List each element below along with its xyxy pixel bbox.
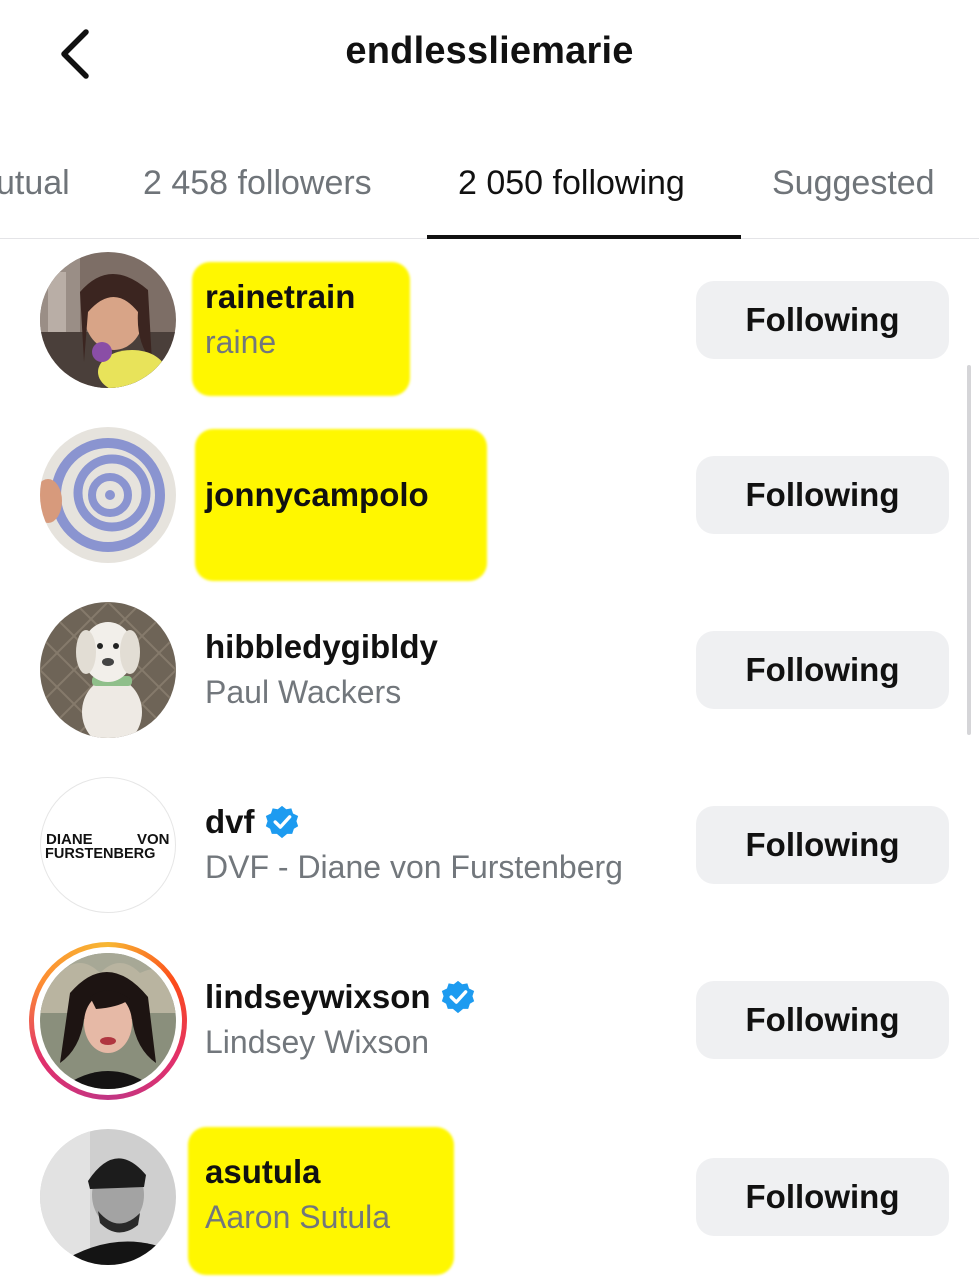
username[interactable]: dvf — [205, 803, 623, 841]
verified-badge-icon — [265, 805, 298, 839]
avatar[interactable] — [40, 953, 176, 1089]
following-button[interactable]: Following — [696, 631, 949, 709]
account-text: lindseywixson Lindsey Wixson — [205, 978, 475, 1061]
avatar[interactable] — [40, 602, 176, 738]
avatar[interactable] — [40, 252, 176, 388]
full-name: DVF - Diane von Furstenberg — [205, 849, 623, 885]
list-item: hibbledygibldy Paul Wackers Following — [0, 590, 979, 765]
list-item: jonnycampolo Following — [0, 415, 979, 590]
username[interactable]: asutula — [205, 1153, 390, 1191]
following-button[interactable]: Following — [696, 1158, 949, 1236]
list-item: asutula Aaron Sutula Following — [0, 1115, 979, 1280]
page-title: endlessliemarie — [345, 30, 634, 72]
account-text: hibbledygibldy Paul Wackers — [205, 628, 438, 711]
account-text: jonnycampolo — [205, 476, 429, 514]
following-button[interactable]: Following — [696, 806, 949, 884]
list-item: DIANE VON FURSTENBERG dvf DVF - Diane vo… — [0, 765, 979, 940]
following-button[interactable]: Following — [696, 456, 949, 534]
verified-badge-icon — [441, 980, 474, 1014]
account-text: rainetrain raine — [205, 278, 355, 361]
avatar[interactable] — [40, 1129, 176, 1265]
avatar[interactable] — [40, 427, 176, 563]
account-text: asutula Aaron Sutula — [205, 1153, 390, 1236]
username[interactable]: rainetrain — [205, 278, 355, 316]
tab-following[interactable]: 2 050 following — [458, 164, 685, 203]
username[interactable]: hibbledygibldy — [205, 628, 438, 666]
following-button[interactable]: Following — [696, 281, 949, 359]
account-text: dvf DVF - Diane von Furstenberg — [205, 803, 623, 886]
username[interactable]: jonnycampolo — [205, 476, 429, 514]
tab-suggested[interactable]: Suggested — [772, 164, 935, 203]
following-button[interactable]: Following — [696, 981, 949, 1059]
full-name: Paul Wackers — [205, 674, 402, 710]
full-name: Aaron Sutula — [205, 1199, 391, 1235]
full-name: Lindsey Wixson — [205, 1024, 430, 1060]
tab-mutual[interactable]: utual — [0, 164, 70, 203]
username[interactable]: lindseywixson — [205, 978, 475, 1016]
tab-followers[interactable]: 2 458 followers — [143, 164, 372, 203]
avatar[interactable]: DIANE VON FURSTENBERG — [40, 777, 176, 913]
following-list-screen: endlessliemarie utual 2 458 followers 2 … — [0, 0, 979, 1280]
full-name: raine — [205, 324, 277, 360]
active-tab-indicator — [427, 235, 741, 239]
list-item: rainetrain raine Following — [0, 240, 979, 415]
logo-word-furstenberg: FURSTENBERG — [45, 846, 155, 862]
list-item: lindseywixson Lindsey Wixson Following — [0, 940, 979, 1115]
tab-bar: utual 2 458 followers 2 050 following Su… — [0, 150, 979, 239]
